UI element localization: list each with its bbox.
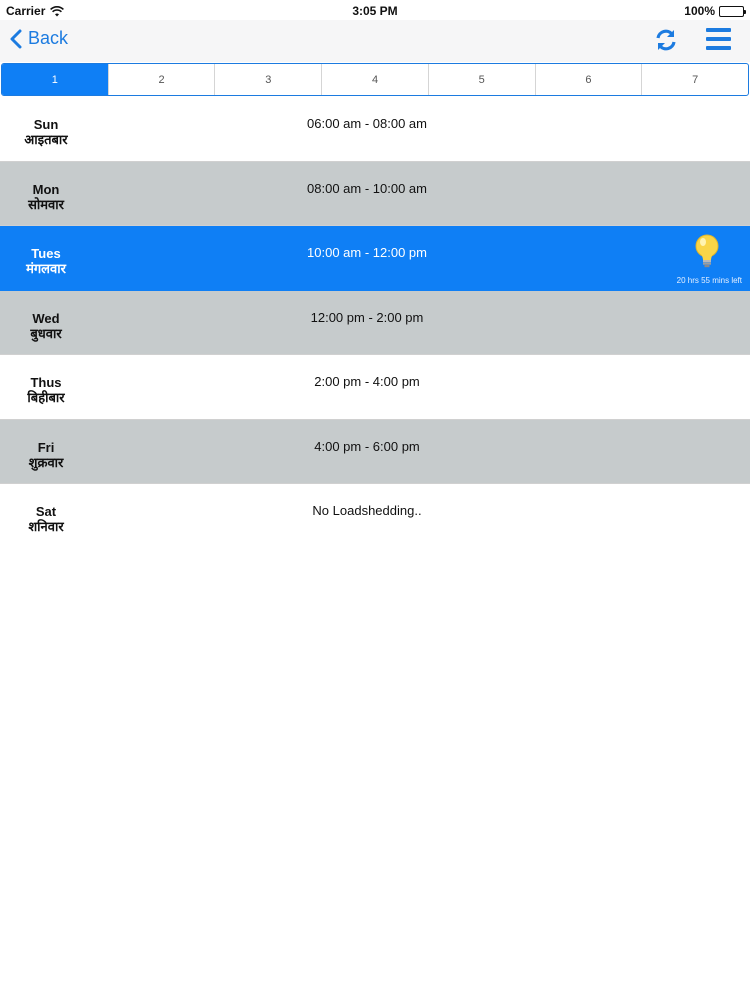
tab-1[interactable]: 1 — [2, 64, 108, 95]
time-slot-container: 06:00 am - 08:00 am — [0, 116, 750, 131]
tab-2[interactable]: 2 — [107, 64, 215, 95]
tab-7[interactable]: 7 — [641, 64, 748, 95]
day-name-local: सोमवार — [28, 196, 64, 212]
time-slot: 10:00 am - 12:00 pm — [307, 245, 427, 260]
status-bar: Carrier 3:05 PM 100% — [0, 0, 750, 22]
time-slot: 08:00 am - 10:00 am — [307, 180, 427, 196]
refresh-button[interactable] — [652, 26, 680, 54]
time-slot: 12:00 pm - 2:00 pm — [310, 309, 424, 325]
time-slot-container: 12:00 pm - 2:00 pm — [0, 310, 750, 325]
schedule-row-tues[interactable]: Tues मंगलवार 10:00 am - 12:00 pm 20 hrs … — [0, 226, 750, 291]
time-slot-container: 10:00 am - 12:00 pm — [0, 245, 750, 260]
back-button[interactable]: Back — [10, 28, 68, 49]
day-name-local: बुधवार — [30, 325, 62, 341]
schedule-list: Sun आइतबार 06:00 am - 08:00 am Mon सोमवा… — [0, 97, 750, 549]
week-tabs: 1 2 3 4 5 6 7 — [1, 63, 749, 96]
status-time: 3:05 PM — [352, 4, 398, 18]
back-label: Back — [28, 28, 69, 48]
day-name-local: मंगलवार — [26, 261, 66, 276]
tab-4[interactable]: 4 — [321, 64, 428, 95]
day-name-local: शनिवार — [28, 519, 64, 534]
time-slot: 4:00 pm - 6:00 pm — [314, 438, 420, 454]
refresh-icon — [656, 29, 676, 51]
schedule-row-sat[interactable]: Sat शनिवार No Loadshedding.. — [0, 484, 750, 549]
schedule-row-sun[interactable]: Sun आइतबार 06:00 am - 08:00 am — [0, 97, 750, 162]
day-name-local: आइतबार — [24, 132, 68, 147]
time-slot: 06:00 am - 08:00 am — [307, 116, 427, 131]
time-slot-container: No Loadshedding.. — [0, 503, 750, 518]
day-name-local: बिहीबार — [27, 390, 65, 405]
time-slot: No Loadshedding.. — [312, 503, 422, 518]
schedule-row-thus[interactable]: Thus बिहीबार 2:00 pm - 4:00 pm — [0, 355, 750, 420]
day-name-local: शुक्रवार — [28, 454, 64, 470]
time-slot-container: 4:00 pm - 6:00 pm — [0, 439, 750, 454]
tab-6[interactable]: 6 — [534, 64, 642, 95]
time-slot-container: 08:00 am - 10:00 am — [0, 181, 750, 196]
schedule-row-wed[interactable]: Wed बुधवार 12:00 pm - 2:00 pm — [0, 290, 750, 355]
time-slot: 2:00 pm - 4:00 pm — [314, 374, 420, 389]
chevron-left-icon — [10, 29, 22, 48]
hamburger-menu-icon[interactable] — [706, 28, 731, 50]
time-remaining: 20 hrs 55 mins left — [676, 276, 742, 285]
schedule-row-fri[interactable]: Fri शुक्रवार 4:00 pm - 6:00 pm — [0, 419, 750, 484]
tab-3[interactable]: 3 — [214, 64, 321, 95]
tab-5[interactable]: 5 — [427, 64, 535, 95]
battery-percent: 100% — [684, 4, 715, 18]
status-right: 100% — [684, 4, 746, 18]
schedule-row-mon[interactable]: Mon सोमवार 08:00 am - 10:00 am — [0, 161, 750, 226]
navigation-bar: Back — [0, 20, 750, 62]
battery-icon — [719, 5, 746, 17]
time-slot-container: 2:00 pm - 4:00 pm — [0, 374, 750, 389]
lightbulb-icon — [695, 234, 719, 268]
